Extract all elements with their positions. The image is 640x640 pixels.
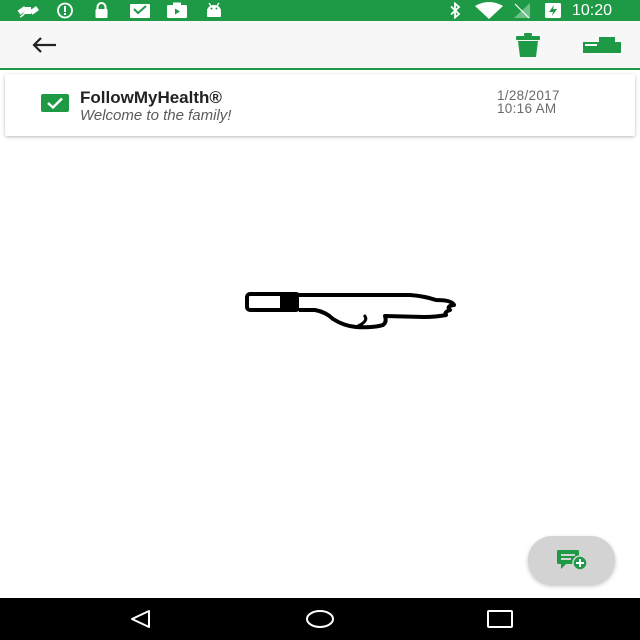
nav-back-button[interactable] <box>118 598 162 640</box>
android-icon <box>207 2 221 17</box>
home-circle-icon <box>306 610 334 628</box>
lock-icon <box>95 2 108 18</box>
satellite-icon <box>17 6 39 18</box>
no-signal-icon <box>514 3 530 19</box>
nav-home-button[interactable] <box>298 598 342 640</box>
recents-square-icon <box>487 610 513 628</box>
message-time: 10:16 AM <box>497 101 557 116</box>
move-to-folder-icon <box>583 36 621 53</box>
app-toolbar <box>0 21 640 70</box>
battery-charging-icon <box>545 3 561 18</box>
arrow-left-icon <box>32 36 56 53</box>
status-time: 10:20 <box>572 2 613 19</box>
move-to-folder-button[interactable] <box>578 21 626 68</box>
message-sender: FollowMyHealth® <box>80 88 222 107</box>
inbox-icon <box>130 4 150 18</box>
new-message-icon <box>556 550 588 571</box>
back-button[interactable] <box>20 21 68 68</box>
bluetooth-icon <box>450 2 461 19</box>
delete-button[interactable] <box>505 21 551 68</box>
info-icon <box>57 2 73 19</box>
message-list-item[interactable]: FollowMyHealth® Welcome to the family! 1… <box>5 74 635 136</box>
checkbox-checked-icon[interactable] <box>41 94 69 112</box>
status-bar: 10:20 <box>0 0 640 21</box>
nav-recents-button[interactable] <box>478 598 522 640</box>
compose-message-button[interactable] <box>528 536 615 584</box>
trash-icon <box>516 32 540 57</box>
thumbs-down-icon <box>245 292 456 330</box>
system-nav-bar <box>0 598 640 640</box>
back-triangle-icon <box>131 610 150 628</box>
message-subject: Welcome to the family! <box>80 107 232 124</box>
video-icon <box>167 2 187 18</box>
wifi-icon <box>475 2 503 19</box>
